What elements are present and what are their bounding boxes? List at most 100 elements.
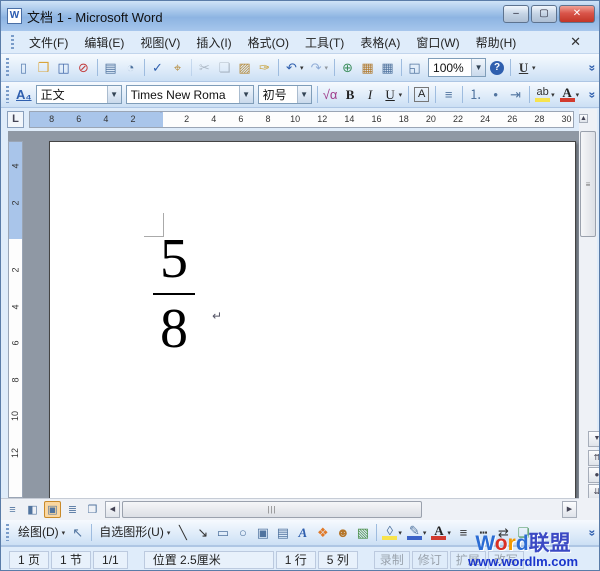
minimize-button[interactable]: – [503, 5, 529, 23]
first-line-indent-icon[interactable] [157, 111, 165, 127]
previous-page-icon[interactable]: ⇈ [588, 450, 600, 466]
menu-table[interactable]: 表格(A) [352, 32, 408, 53]
combo-arrow-icon[interactable]: ▼ [471, 59, 485, 76]
menu-insert[interactable]: 插入(I) [188, 32, 239, 53]
document-area[interactable]: 42 24681012 5 8 ↵ [1, 131, 579, 498]
vertical-scrollbar[interactable]: ▲ ≡ ▼ ⇈ ● ⇊ [579, 109, 597, 498]
font-size-combo[interactable]: 初号 ▼ [258, 85, 312, 104]
document-page[interactable] [49, 141, 576, 498]
paste-icon[interactable]: ▨ ▾ [235, 57, 254, 78]
arrow-style-icon[interactable]: ⇄ ▾ [494, 522, 513, 543]
format-painter-icon[interactable]: ✑ ▾ [255, 57, 274, 78]
scroll-up-icon[interactable]: ▲ [579, 114, 588, 123]
equation-icon[interactable]: √α ▾ [321, 84, 340, 105]
zoom-page-icon[interactable]: ◱ ▾ [405, 57, 424, 78]
print-icon[interactable]: ▤ ▾ [101, 57, 120, 78]
scroll-left-icon[interactable]: ◀ [105, 501, 120, 518]
combo-arrow-icon[interactable]: ▼ [107, 86, 121, 103]
vertical-text-box-icon[interactable]: ▤ ▾ [273, 522, 292, 543]
toolbar-options-icon[interactable] [585, 84, 599, 106]
clip-art-icon[interactable]: ☻ ▾ [333, 522, 352, 543]
shadow-3d-icon[interactable]: ❏ ▾ [514, 522, 533, 543]
maximize-button[interactable]: ▢ [531, 5, 557, 23]
bullets-icon[interactable]: • ▾ [486, 84, 505, 105]
close-document-icon[interactable]: ✕ [570, 34, 581, 50]
standard-toolbar: ▯ ▾ ❒ ▾ ◫ ▾ ⊘ ▾ ▤ [1, 54, 600, 82]
font-color-icon[interactable]: A ▾ [558, 84, 582, 105]
styles-formatting-icon[interactable]: A₄ [14, 84, 34, 105]
toolbar-options-icon[interactable] [585, 522, 599, 544]
web-layout-view-icon[interactable]: ◧ [24, 501, 41, 518]
open-icon[interactable]: ❒ ▾ [34, 57, 53, 78]
insert-hyperlink-icon[interactable]: ⊕ ▾ [338, 57, 357, 78]
select-browse-object-icon[interactable]: ● [588, 467, 600, 483]
tab-selector[interactable]: L [7, 111, 24, 128]
undo-icon[interactable]: ↶ ▾ [282, 57, 306, 78]
line-style-icon[interactable]: ≡ ▾ [454, 522, 473, 543]
scroll-right-icon[interactable]: ▶ [562, 501, 577, 518]
line-icon[interactable]: ╲ ▾ [173, 522, 192, 543]
fill-color-icon[interactable]: ◊ ▾ [380, 522, 404, 543]
decrease-indent-icon[interactable]: ⇥ ▾ [506, 84, 525, 105]
menu-file[interactable]: 文件(F) [21, 32, 76, 53]
hanging-indent-icon[interactable] [165, 113, 173, 128]
bold-icon[interactable]: B ▾ [341, 84, 360, 105]
font-combo[interactable]: Times New Roma ▼ [126, 85, 254, 104]
horizontal-ruler[interactable]: 8642 24681012141618202224262830 [29, 111, 574, 128]
draw-menu-button[interactable]: 绘图(D) ▾ [14, 522, 67, 543]
underline-quick-icon[interactable]: U ▾ [514, 57, 538, 78]
research-icon[interactable]: ⌖ ▾ [168, 57, 187, 78]
center-align-icon[interactable]: ≡ ▾ [439, 84, 458, 105]
indent-markers[interactable] [157, 113, 166, 128]
menu-edit[interactable]: 编辑(E) [76, 32, 132, 53]
rectangle-icon[interactable]: ▭ ▾ [213, 522, 232, 543]
scroll-down-icon[interactable]: ▼ [588, 431, 600, 447]
character-border-icon[interactable]: A ▾ [412, 84, 431, 105]
menu-window[interactable]: 窗口(W) [408, 32, 467, 53]
wordart-icon[interactable]: A ▾ [293, 522, 312, 543]
help-icon[interactable]: ? ▾ [488, 57, 506, 78]
normal-view-icon[interactable]: ≡ [4, 501, 21, 518]
autoshapes-menu-button[interactable]: 自选图形(U) ▾ [95, 522, 172, 543]
close-button[interactable]: ✕ [559, 5, 595, 23]
horizontal-scroll-track[interactable]: ||| [121, 501, 557, 518]
zoom-combo[interactable]: 100% ▼ [428, 58, 486, 77]
combo-arrow-icon[interactable]: ▼ [239, 86, 253, 103]
diagram-icon[interactable]: ❖ ▾ [313, 522, 332, 543]
numbering-icon[interactable]: ⒈ ▾ [466, 84, 485, 105]
insert-table-icon[interactable]: ▦ ▾ [378, 57, 397, 78]
redo-icon[interactable]: ↷ ▾ [307, 57, 331, 78]
menu-help[interactable]: 帮助(H) [468, 32, 525, 53]
vertical-scroll-thumb[interactable]: ≡ [580, 131, 596, 237]
cut-icon[interactable]: ✂ ▾ [195, 57, 214, 78]
combo-arrow-icon[interactable]: ▼ [297, 86, 311, 103]
picture-icon[interactable]: ▧ ▾ [353, 522, 372, 543]
spelling-grammar-icon[interactable]: ✓ ▾ [148, 57, 167, 78]
print-preview-icon[interactable]: ◔ ▾ [121, 57, 140, 78]
vertical-ruler[interactable]: 42 24681012 [8, 141, 23, 498]
arrow-icon[interactable]: ↘ ▾ [193, 522, 212, 543]
menu-tools[interactable]: 工具(T) [297, 32, 352, 53]
toolbar-options-icon[interactable] [585, 57, 599, 79]
dash-style-icon[interactable]: ┅ ▾ [474, 522, 493, 543]
permission-icon[interactable]: ⊘ ▾ [74, 57, 93, 78]
print-layout-view-icon[interactable]: ▣ [44, 501, 61, 518]
italic-icon[interactable]: I ▾ [361, 84, 380, 105]
underline-icon[interactable]: U ▾ [381, 84, 405, 105]
menu-format[interactable]: 格式(O) [240, 32, 297, 53]
highlight-icon[interactable]: ab ▾ [533, 84, 557, 105]
font-color-icon-2[interactable]: A ▾ [429, 522, 453, 543]
menu-view[interactable]: 视图(V) [132, 32, 188, 53]
text-box-icon[interactable]: ▣ ▾ [253, 522, 272, 543]
line-color-icon[interactable]: ✎ ▾ [405, 522, 429, 543]
reading-layout-view-icon[interactable]: ❐ [84, 501, 101, 518]
copy-icon[interactable]: ❏ ▾ [215, 57, 234, 78]
tables-borders-icon[interactable]: ▦ ▾ [358, 57, 377, 78]
horizontal-scroll-thumb[interactable]: ||| [122, 501, 422, 518]
select-objects-icon[interactable]: ↖ ▾ [68, 522, 87, 543]
save-icon[interactable]: ◫ ▾ [54, 57, 73, 78]
style-combo[interactable]: 正文 ▼ [36, 85, 122, 104]
new-document-icon[interactable]: ▯ ▾ [14, 57, 33, 78]
oval-icon[interactable]: ○ ▾ [233, 522, 252, 543]
outline-view-icon[interactable]: ≣ [64, 501, 81, 518]
